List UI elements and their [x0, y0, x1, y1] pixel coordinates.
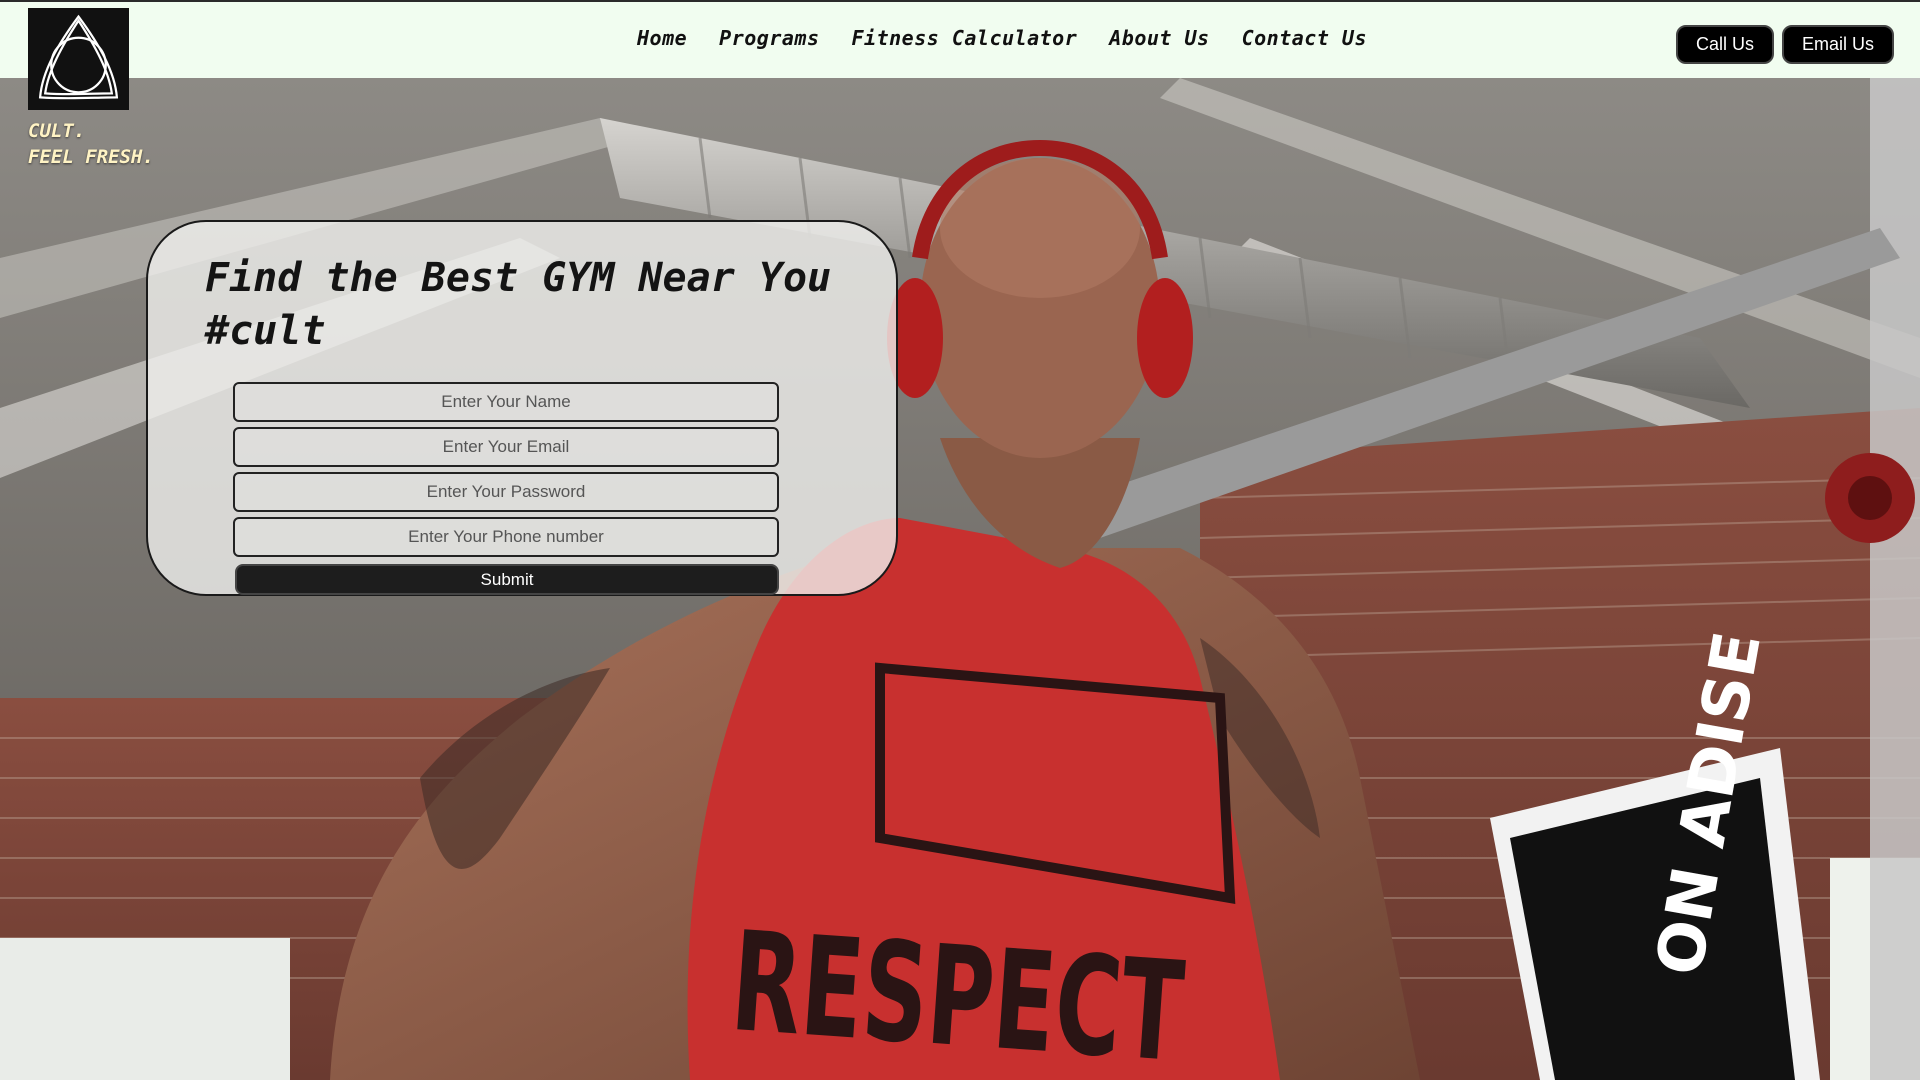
phone-input[interactable]: [233, 517, 779, 557]
header-buttons: Call Us Email Us: [1675, 25, 1894, 64]
nav-link-programs[interactable]: Programs: [703, 20, 835, 56]
navbar: Home Programs Fitness Calculator About U…: [0, 0, 1920, 78]
email-input[interactable]: [233, 427, 779, 467]
nav-link-about-us[interactable]: About Us: [1093, 20, 1225, 56]
tagline-line-2: FEEL FRESH.: [28, 146, 154, 168]
form-title: Find the Best GYM Near You #cult: [205, 252, 865, 358]
password-input[interactable]: [233, 472, 779, 512]
tagline-line-1: CULT.: [28, 120, 86, 142]
triquetra-knot-icon: [28, 8, 129, 110]
nav-link-home[interactable]: Home: [621, 20, 703, 56]
logo[interactable]: [28, 8, 129, 110]
signup-form-card: Find the Best GYM Near You #cult Submit: [146, 220, 898, 596]
email-us-button[interactable]: Email Us: [1781, 25, 1894, 64]
name-input[interactable]: [233, 382, 779, 422]
form-title-line-2: #cult: [205, 308, 326, 354]
form-title-line-1: Find the Best GYM Near You: [205, 255, 832, 301]
page: Home Programs Fitness Calculator About U…: [0, 0, 1920, 1080]
nav-link-contact-us[interactable]: Contact Us: [1226, 20, 1383, 56]
main-nav: Home Programs Fitness Calculator About U…: [621, 20, 1383, 56]
nav-link-fitness-calculator[interactable]: Fitness Calculator: [836, 20, 1094, 56]
submit-button[interactable]: Submit: [235, 564, 779, 595]
shirt-text: RESPECT: [727, 902, 1188, 1080]
brand-tagline: CULT. FEEL FRESH.: [28, 118, 154, 170]
call-us-button[interactable]: Call Us: [1675, 25, 1774, 64]
